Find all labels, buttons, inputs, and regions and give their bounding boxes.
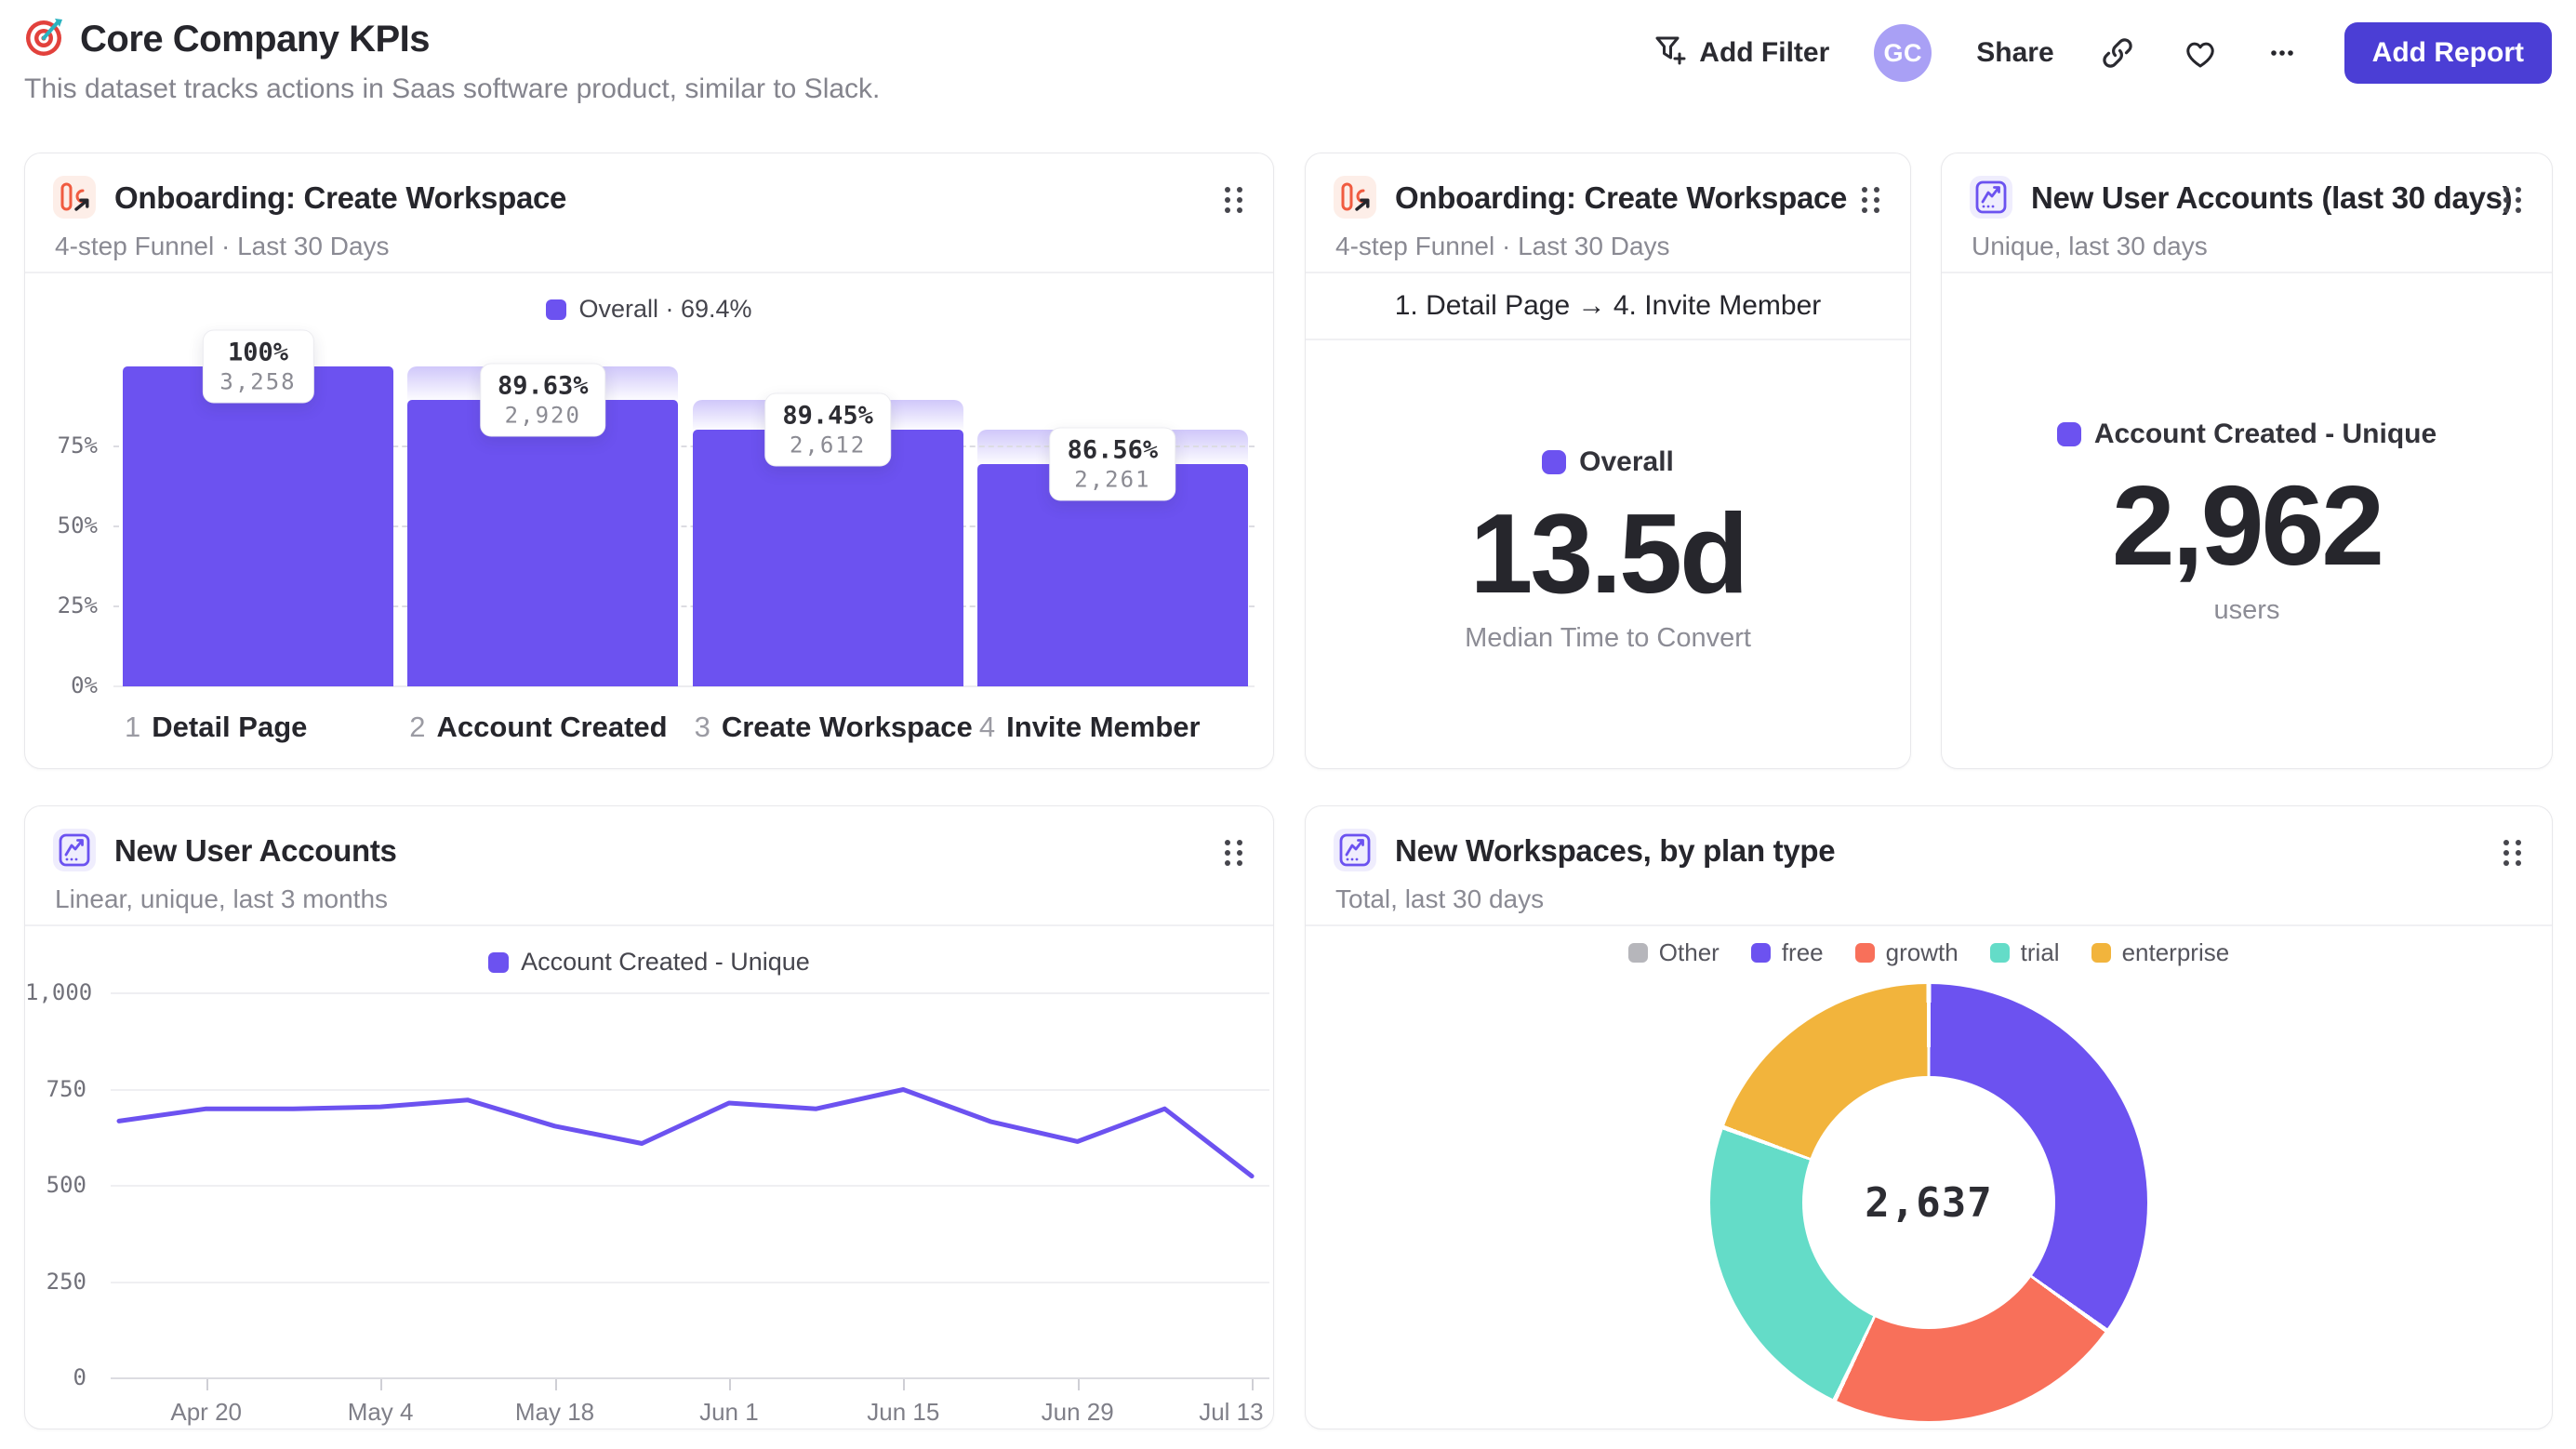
card-subtitle: 4-step Funnel · Last 30 Days — [1335, 232, 1670, 260]
metric-value: 13.5d — [1469, 490, 1749, 617]
funnel-value-tooltip: 89.63% 2,920 — [480, 363, 606, 437]
target-icon — [24, 17, 65, 62]
funnel-bar[interactable] — [407, 399, 679, 686]
funnel-value-tooltip: 86.56% 2,261 — [1049, 427, 1176, 501]
y-axis-label: 50% — [57, 512, 98, 538]
legend-item[interactable]: trial — [1989, 938, 2060, 967]
funnel-legend: Overall · 69.4% — [25, 295, 1273, 324]
add-filter-button[interactable]: Add Filter — [1651, 31, 1829, 75]
metric-value: 2,962 — [2111, 462, 2384, 589]
funnel-range: 1. Detail Page → 4. Invite Member — [1306, 273, 1910, 340]
legend-item[interactable]: Other — [1627, 938, 1720, 967]
workspaces-by-plan-card: New Workspaces, by plan type Total, last… — [1305, 805, 2553, 1429]
metric-legend: Account Created - Unique — [2056, 419, 2437, 450]
metric-caption: users — [2213, 595, 2280, 626]
funnel-chart-card: Onboarding: Create Workspace 4-step Funn… — [24, 153, 1274, 769]
funnel-step-label: 2 Account Created — [409, 711, 668, 743]
drag-handle-icon[interactable] — [1862, 187, 1884, 219]
funnel-bar[interactable] — [692, 430, 963, 686]
insights-chart-icon — [1334, 829, 1376, 871]
funnel-step-label: 3 Create Workspace — [694, 711, 973, 743]
metric-legend: Overall — [1542, 446, 1674, 478]
card-title: New User Accounts (last 30 days) — [2031, 180, 2513, 215]
avatar[interactable]: GC — [1874, 24, 1932, 82]
card-title: Onboarding: Create Workspace — [114, 180, 567, 215]
filter-plus-icon — [1651, 31, 1688, 75]
card-title: New Workspaces, by plan type — [1395, 833, 1836, 868]
add-report-button[interactable]: Add Report — [2344, 22, 2552, 84]
trend-line — [116, 1087, 1255, 1179]
accounts-trend-card: New User Accounts Linear, unique, last 3… — [24, 805, 1274, 1429]
insights-chart-icon — [1970, 176, 2012, 219]
legend-swatch — [2091, 943, 2111, 963]
page-header: Core Company KPIs This dataset tracks ac… — [24, 17, 2552, 138]
y-axis-label: 75% — [57, 432, 98, 459]
legend-item[interactable]: growth — [1854, 938, 1959, 967]
legend-item[interactable]: enterprise — [2091, 938, 2229, 967]
legend-swatch — [1854, 943, 1875, 963]
donut-ring[interactable]: 2,637 — [1710, 984, 2147, 1421]
copy-link-icon[interactable] — [2099, 34, 2136, 72]
drag-handle-icon[interactable] — [2503, 840, 2526, 871]
funnel-step-label: 4 Invite Member — [978, 711, 1201, 743]
legend-swatch — [1627, 943, 1648, 963]
time-to-convert-card: Onboarding: Create Workspace 4-step Funn… — [1305, 153, 1911, 769]
drag-handle-icon[interactable] — [1225, 187, 1247, 219]
donut-total: 2,637 — [1865, 1178, 1993, 1227]
share-button[interactable]: Share — [1976, 37, 2053, 69]
metric-caption: Median Time to Convert — [1465, 623, 1751, 654]
drag-handle-icon[interactable] — [2503, 187, 2526, 219]
card-subtitle: Total, last 30 days — [1335, 884, 1545, 913]
more-menu-icon[interactable] — [2264, 35, 2300, 71]
new-accounts-metric-card: New User Accounts (last 30 days) Unique,… — [1941, 153, 2553, 769]
legend-swatch — [1542, 450, 1567, 474]
funnel-chart-icon — [1334, 176, 1376, 219]
funnel-value-tooltip: 89.45% 2,612 — [764, 392, 891, 467]
funnel-step-label: 1 Detail Page — [125, 711, 308, 743]
funnel-value-tooltip: 100% 3,258 — [202, 329, 314, 404]
legend-swatch — [2056, 422, 2081, 446]
funnel-bar[interactable] — [123, 366, 393, 686]
card-subtitle: 4-step Funnel · Last 30 Days — [55, 232, 390, 260]
card-subtitle: Unique, last 30 days — [1972, 232, 2208, 260]
favorite-heart-icon[interactable] — [2181, 33, 2220, 73]
donut-legend: Other free growth trial enterprise — [1306, 938, 2552, 967]
page-title: Core Company KPIs — [80, 19, 431, 60]
header-actions: Add Filter GC Share Add Report — [1651, 20, 2552, 86]
y-axis-label: 0% — [71, 672, 98, 698]
funnel-chart-icon — [53, 176, 96, 219]
legend-swatch — [1989, 943, 2010, 963]
legend-swatch — [546, 299, 567, 320]
legend-swatch — [1750, 943, 1771, 963]
card-title: Onboarding: Create Workspace — [1395, 180, 1848, 215]
y-axis-label: 25% — [57, 592, 98, 618]
legend-item[interactable]: free — [1750, 938, 1824, 967]
